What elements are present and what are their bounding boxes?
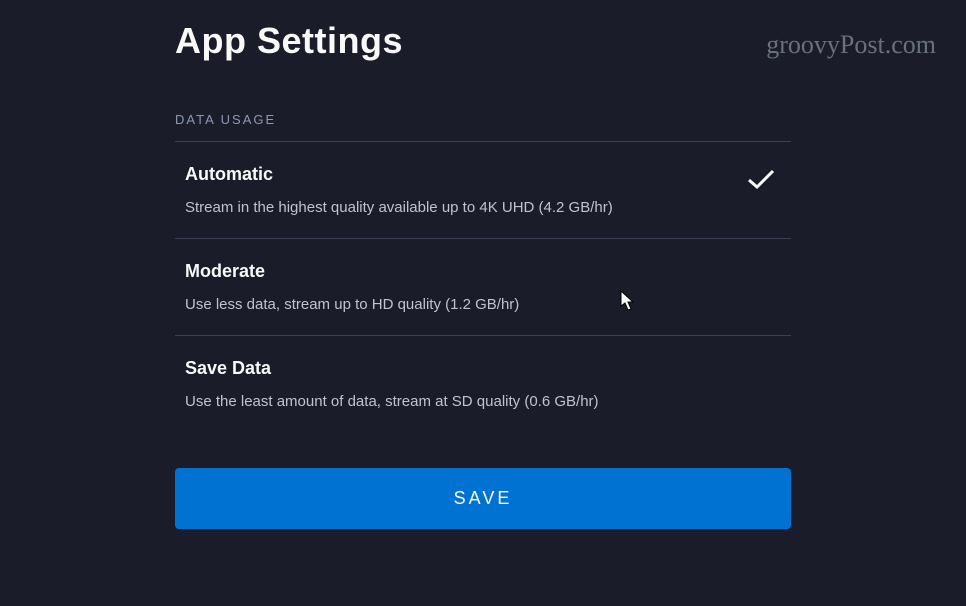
option-title: Save Data	[185, 358, 781, 379]
option-description: Use less data, stream up to HD quality (…	[185, 296, 781, 313]
watermark: groovyPost.com	[766, 30, 936, 60]
page-title: App Settings	[175, 20, 791, 62]
option-title: Moderate	[185, 261, 781, 282]
option-save-data[interactable]: Save Data Use the least amount of data, …	[175, 336, 791, 432]
option-automatic[interactable]: Automatic Stream in the highest quality …	[175, 142, 791, 239]
option-description: Use the least amount of data, stream at …	[185, 393, 781, 410]
save-button[interactable]: SAVE	[175, 468, 791, 529]
option-title: Automatic	[185, 164, 747, 185]
option-moderate[interactable]: Moderate Use less data, stream up to HD …	[175, 239, 791, 336]
section-label-data-usage: DATA USAGE	[175, 112, 791, 142]
checkmark-icon	[747, 168, 775, 195]
option-description: Stream in the highest quality available …	[185, 199, 747, 216]
